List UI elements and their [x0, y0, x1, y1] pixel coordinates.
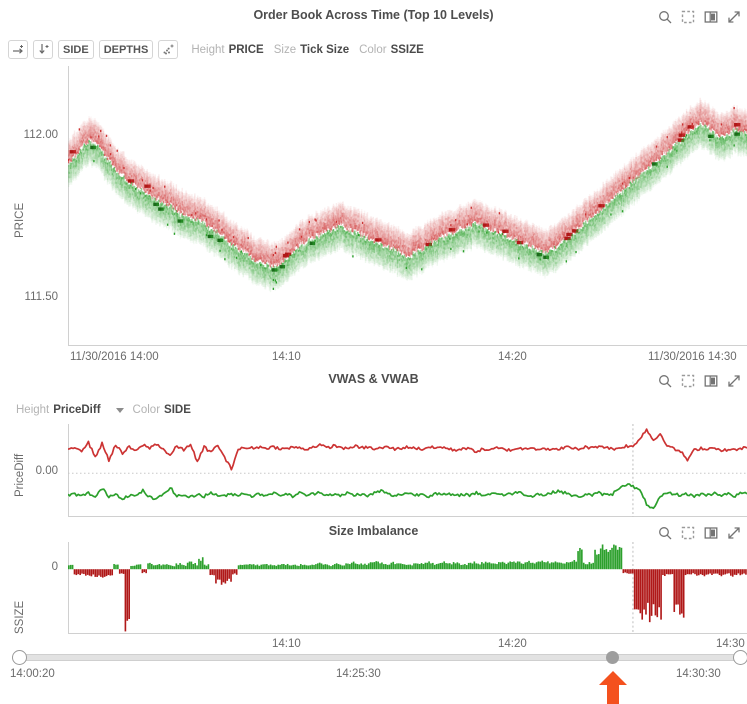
vwas-vwab-title: VWAS & VWAB [0, 372, 747, 386]
vwas-height-value: PriceDiff [53, 404, 100, 416]
vwas-height-encoding[interactable]: Height PriceDiff [16, 404, 101, 416]
slider-handle-left[interactable] [12, 650, 27, 665]
color-encoding[interactable]: Color SSIZE [359, 44, 424, 56]
slider-mid-label: 14:25:30 [336, 668, 381, 680]
color-label: Color [359, 44, 386, 56]
expand-icon[interactable] [727, 374, 741, 388]
expand-icon[interactable] [727, 526, 741, 540]
add-points-button[interactable] [158, 40, 178, 59]
side-button[interactable]: SIDE [58, 40, 94, 59]
select-region-icon[interactable] [681, 526, 695, 540]
order-book-toolbar: SIDE DEPTHS Height PRICE Size Tick Size … [8, 40, 424, 59]
vwas-color-label: Color [133, 404, 160, 416]
height-value: PRICE [229, 44, 264, 56]
size-imbalance-panel: Size Imbalance SSIZE 0 14:10 14:20 14:30 [0, 524, 747, 664]
imbalance-y-axis-label: SSIZE [14, 601, 26, 634]
depths-button[interactable]: DEPTHS [99, 40, 154, 59]
vwas-vwab-plot[interactable] [68, 424, 747, 517]
search-icon[interactable] [658, 10, 672, 24]
imbalance-icon-group [658, 526, 741, 540]
order-book-y-axis-label: PRICE [14, 203, 26, 238]
pan-y-button[interactable] [33, 40, 53, 59]
panel-toggle-icon[interactable] [704, 526, 718, 540]
vwas-icon-group [658, 374, 741, 388]
size-imbalance-plot[interactable] [68, 542, 747, 634]
chevron-down-icon[interactable] [116, 408, 124, 413]
x-tick-end: 11/30/2016 14:30 [648, 351, 737, 363]
order-book-plot[interactable] [68, 66, 747, 346]
red-up-arrow-annotation [598, 670, 628, 704]
vwas-toolbar: Height PriceDiff Color SIDE [16, 404, 191, 416]
order-book-panel: Order Book Across Time (Top 10 Levels) S… [0, 8, 747, 368]
size-value: Tick Size [300, 44, 349, 56]
slider-start-label: 14:00:20 [10, 668, 55, 680]
slider-knob[interactable] [606, 651, 619, 664]
search-icon[interactable] [658, 526, 672, 540]
vwas-color-encoding[interactable]: Color SIDE [133, 404, 191, 416]
color-value: SSIZE [391, 44, 424, 56]
pan-x-button[interactable] [8, 40, 28, 59]
time-range-slider[interactable]: 14:00:20 14:25:30 14:30:30 [0, 648, 747, 694]
slider-track[interactable] [12, 654, 740, 661]
order-book-title: Order Book Across Time (Top 10 Levels) [0, 8, 747, 22]
vwas-height-label: Height [16, 404, 49, 416]
vwas-vwab-panel: VWAS & VWAB Height PriceDiff Color SIDE … [0, 372, 747, 522]
size-imbalance-title: Size Imbalance [0, 524, 747, 538]
y-tick-111-50: 111.50 [14, 291, 58, 303]
expand-icon[interactable] [727, 10, 741, 24]
search-icon[interactable] [658, 374, 672, 388]
select-region-icon[interactable] [681, 374, 695, 388]
size-label: Size [274, 44, 296, 56]
x-tick-1420: 14:20 [498, 351, 527, 363]
order-book-icon-group [658, 10, 741, 24]
select-region-icon[interactable] [681, 10, 695, 24]
vwas-color-value: SIDE [164, 404, 191, 416]
imbalance-y-tick-zero: 0 [14, 561, 58, 573]
panel-toggle-icon[interactable] [704, 10, 718, 24]
x-tick-1410: 14:10 [272, 351, 301, 363]
x-tick-start: 11/30/2016 14:00 [70, 351, 159, 363]
slider-handle-right[interactable] [733, 650, 747, 665]
size-encoding[interactable]: Size Tick Size [274, 44, 349, 56]
slider-end-label: 14:30:30 [676, 668, 721, 680]
y-tick-112: 112.00 [14, 129, 58, 141]
vwas-y-tick-zero: 0.00 [14, 465, 58, 477]
height-encoding[interactable]: Height PRICE [191, 44, 263, 56]
panel-toggle-icon[interactable] [704, 374, 718, 388]
height-label: Height [191, 44, 224, 56]
